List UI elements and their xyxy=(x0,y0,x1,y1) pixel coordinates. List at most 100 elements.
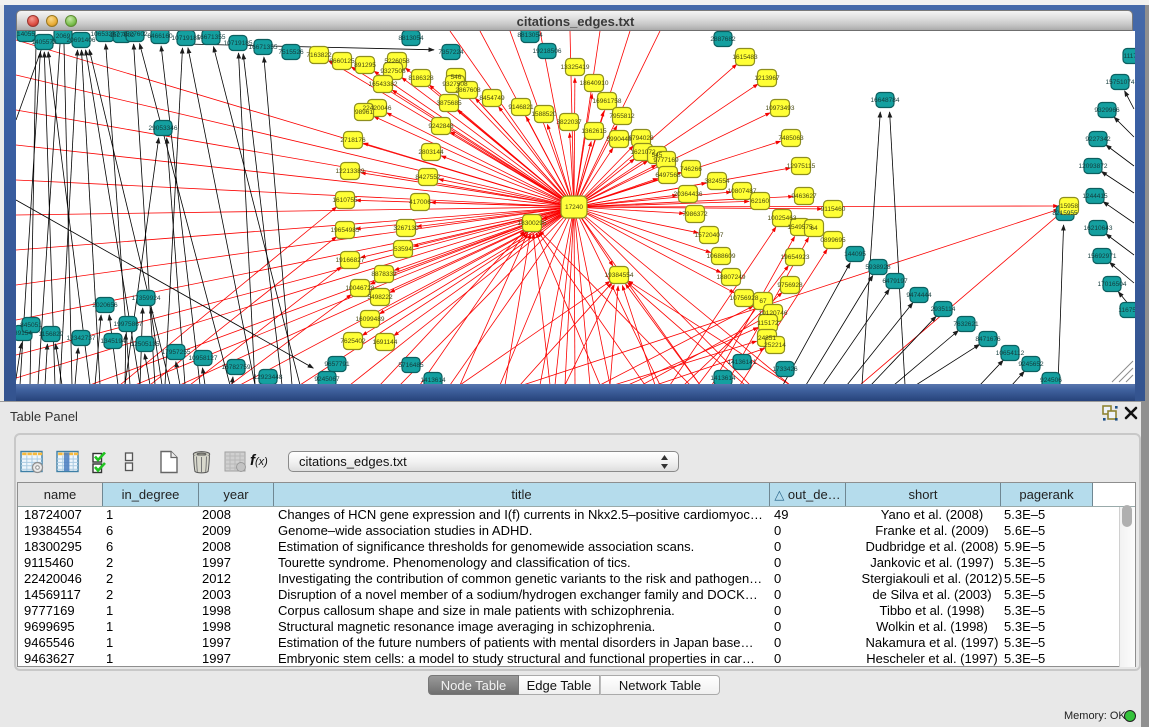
svg-text:8878332: 8878332 xyxy=(371,271,397,278)
svg-text:9327508: 9327508 xyxy=(380,68,406,75)
svg-text:9463627: 9463627 xyxy=(791,193,817,200)
svg-text:3822037: 3822037 xyxy=(556,119,582,126)
svg-text:39154: 39154 xyxy=(16,330,32,337)
svg-text:8660125: 8660125 xyxy=(329,58,355,65)
svg-text:7485063: 7485063 xyxy=(778,135,804,142)
svg-text:9245067: 9245067 xyxy=(314,376,340,383)
svg-text:9756928: 9756928 xyxy=(777,282,803,289)
svg-text:7955812: 7955812 xyxy=(609,113,635,120)
svg-text:11174: 11174 xyxy=(1123,53,1135,60)
svg-text:14055: 14055 xyxy=(17,31,35,38)
svg-text:9474444: 9474444 xyxy=(906,292,932,299)
svg-text:17957255: 17957255 xyxy=(162,349,191,356)
svg-text:10688609: 10688609 xyxy=(707,253,736,260)
svg-text:20364436: 20364436 xyxy=(674,191,703,198)
svg-text:16961758: 16961758 xyxy=(593,98,622,105)
svg-text:2020656: 2020656 xyxy=(92,302,118,309)
svg-text:64: 64 xyxy=(810,225,818,232)
svg-text:7515526: 7515526 xyxy=(278,49,304,56)
svg-text:53594: 53594 xyxy=(394,246,412,253)
svg-text:10046728: 10046728 xyxy=(346,285,375,292)
svg-text:2887682: 2887682 xyxy=(710,36,736,43)
svg-text:12342737: 12342737 xyxy=(67,335,96,342)
svg-text:417006: 417006 xyxy=(409,199,431,206)
svg-text:1549575: 1549575 xyxy=(787,224,813,231)
svg-text:1610755: 1610755 xyxy=(332,197,358,204)
svg-text:115172: 115172 xyxy=(757,320,779,327)
svg-text:8427552: 8427552 xyxy=(415,174,441,181)
svg-text:15958: 15958 xyxy=(1060,203,1078,210)
svg-text:2935114: 2935114 xyxy=(931,306,956,313)
svg-text:8813054: 8813054 xyxy=(517,32,543,39)
svg-text:12093872: 12093872 xyxy=(1079,163,1108,170)
svg-text:14136141: 14136141 xyxy=(728,359,757,366)
svg-text:10120746: 10120746 xyxy=(759,310,788,317)
svg-text:15720407: 15720407 xyxy=(695,232,724,239)
svg-text:8454749: 8454749 xyxy=(479,95,505,102)
svg-text:13325419: 13325419 xyxy=(561,64,590,71)
svg-text:18300295: 18300295 xyxy=(518,220,547,227)
svg-text:12213389: 12213389 xyxy=(336,168,365,175)
svg-text:15692971: 15692971 xyxy=(1088,253,1117,260)
svg-text:24851: 24851 xyxy=(758,335,776,342)
svg-text:546: 546 xyxy=(451,74,462,81)
svg-text:19654923: 19654923 xyxy=(781,254,810,261)
svg-text:5938928: 5938928 xyxy=(865,264,891,271)
svg-text:1413614: 1413614 xyxy=(420,377,446,384)
svg-text:1733426: 1733426 xyxy=(772,366,798,373)
svg-text:1345194: 1345194 xyxy=(100,338,126,345)
svg-text:1244415: 1244415 xyxy=(1082,193,1108,200)
svg-text:19384554: 19384554 xyxy=(605,272,634,279)
svg-text:9329966: 9329966 xyxy=(1094,107,1120,114)
svg-text:17240: 17240 xyxy=(565,204,583,211)
svg-text:3875685: 3875685 xyxy=(436,100,462,107)
svg-text:62160: 62160 xyxy=(751,198,769,205)
svg-text:746266: 746266 xyxy=(680,166,702,173)
svg-text:10654112: 10654112 xyxy=(996,350,1025,357)
svg-text:5498222: 5498222 xyxy=(367,294,393,301)
svg-text:7625402: 7625402 xyxy=(340,338,366,345)
svg-text:9242848: 9242848 xyxy=(428,123,454,130)
svg-text:19218506: 19218506 xyxy=(533,48,562,55)
svg-text:9115460: 9115460 xyxy=(821,206,846,213)
svg-text:8186328: 8186328 xyxy=(408,75,434,82)
svg-text:6497568: 6497568 xyxy=(655,172,681,179)
svg-text:19654985: 19654985 xyxy=(331,227,360,234)
svg-text:5226058: 5226058 xyxy=(384,58,410,65)
svg-text:3824554: 3824554 xyxy=(704,178,730,185)
svg-text:2867608: 2867608 xyxy=(455,87,481,94)
svg-text:10807487: 10807487 xyxy=(728,188,757,195)
svg-text:5716485: 5716485 xyxy=(398,362,424,369)
svg-text:12923448: 12923448 xyxy=(254,374,283,381)
svg-text:10025463: 10025463 xyxy=(768,215,797,222)
svg-text:1156829: 1156829 xyxy=(39,331,64,338)
svg-text:924506: 924506 xyxy=(1040,377,1062,384)
svg-text:16671355: 16671355 xyxy=(197,34,226,41)
svg-text:1213967: 1213967 xyxy=(754,75,780,82)
svg-text:8813054: 8813054 xyxy=(398,35,424,42)
svg-text:7357224: 7357224 xyxy=(438,49,464,56)
svg-text:845051: 845051 xyxy=(20,322,42,329)
svg-text:116753: 116753 xyxy=(1118,307,1135,314)
svg-text:98961: 98961 xyxy=(355,109,373,116)
svg-text:10973493: 10973493 xyxy=(766,105,795,112)
svg-text:6466160: 6466160 xyxy=(147,33,173,40)
svg-text:3267130: 3267130 xyxy=(393,225,419,232)
svg-text:16671355: 16671355 xyxy=(249,44,278,51)
svg-text:10958127: 10958127 xyxy=(189,355,218,362)
svg-text:1413614: 1413614 xyxy=(710,375,736,382)
svg-text:7632621: 7632621 xyxy=(953,321,979,328)
svg-text:19166827: 19166827 xyxy=(336,257,365,264)
svg-text:9227342: 9227342 xyxy=(1085,136,1111,143)
svg-text:1691144: 1691144 xyxy=(373,339,398,346)
svg-text:1527602: 1527602 xyxy=(122,31,148,38)
svg-text:7163822: 7163822 xyxy=(306,52,332,59)
svg-text:9657791: 9657791 xyxy=(324,361,350,368)
svg-text:20691406: 20691406 xyxy=(67,37,96,44)
svg-text:9777169: 9777169 xyxy=(653,157,679,164)
svg-text:16210643: 16210643 xyxy=(1084,225,1113,232)
svg-text:144095: 144095 xyxy=(844,251,866,258)
svg-text:2718176: 2718176 xyxy=(340,137,366,144)
svg-text:7986372: 7986372 xyxy=(682,211,708,218)
svg-text:252214: 252214 xyxy=(764,342,786,349)
